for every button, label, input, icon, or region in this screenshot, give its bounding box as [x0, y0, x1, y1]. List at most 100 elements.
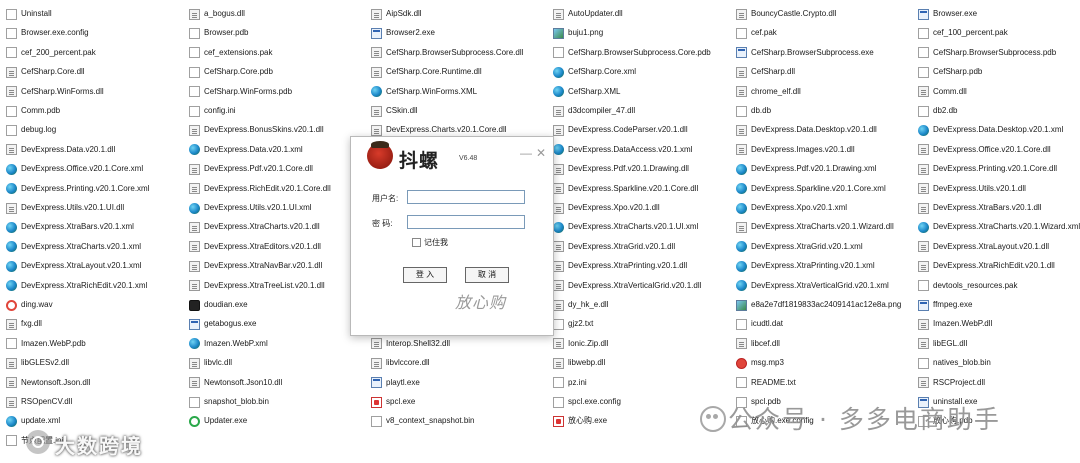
file-item[interactable]: Imazen.WebP.pdb [6, 336, 86, 352]
file-item[interactable]: DevExpress.XtraGrid.v20.1.dll [553, 239, 675, 255]
file-item[interactable]: libwebp.dll [553, 355, 605, 371]
file-item[interactable]: DevExpress.XtraRichEdit.v20.1.xml [6, 278, 147, 294]
file-item[interactable]: CefSharp.Core.xml [553, 64, 636, 80]
file-item[interactable]: Imazen.WebP.dll [918, 316, 992, 332]
file-item[interactable]: natives_blob.bin [918, 355, 991, 371]
file-item[interactable]: debug.log [6, 122, 56, 138]
file-item[interactable]: libEGL.dll [918, 336, 967, 352]
file-item[interactable]: DevExpress.Data.v20.1.dll [6, 142, 115, 158]
file-item[interactable]: Newtonsoft.Json.dll [6, 375, 90, 391]
file-item[interactable]: DevExpress.Utils.v20.1.UI.xml [189, 200, 312, 216]
file-item[interactable]: DevExpress.XtraRichEdit.v20.1.dll [918, 258, 1055, 274]
file-item[interactable]: config.ini [189, 103, 236, 119]
file-item[interactable]: d3dcompiler_47.dll [553, 103, 635, 119]
file-item[interactable]: cef_extensions.pak [189, 45, 273, 61]
file-item[interactable]: libGLESv2.dll [6, 355, 69, 371]
file-item[interactable]: spcl.exe [371, 394, 415, 410]
file-item[interactable]: DevExpress.XtraVerticalGrid.v20.1.xml [736, 278, 889, 294]
file-item[interactable]: CefSharp.Core.Runtime.dll [371, 64, 482, 80]
file-item[interactable]: DevExpress.Xpo.v20.1.xml [736, 200, 847, 216]
file-item[interactable]: update.xml [6, 413, 60, 429]
file-item[interactable]: libcef.dll [736, 336, 780, 352]
file-item[interactable]: RSOpenCV.dll [6, 394, 72, 410]
file-item[interactable]: CefSharp.BrowserSubprocess.Core.dll [371, 45, 523, 61]
file-item[interactable]: pz.ini [553, 375, 587, 391]
file-item[interactable]: DevExpress.XtraPrinting.v20.1.dll [553, 258, 687, 274]
file-item[interactable]: DevExpress.DataAccess.v20.1.xml [553, 142, 693, 158]
file-item[interactable]: dy_hk_e.dll [553, 297, 608, 313]
file-item[interactable]: CefSharp.XML [553, 84, 620, 100]
file-item[interactable]: devtools_resources.pak [918, 278, 1018, 294]
file-item[interactable]: Comm.dll [918, 84, 967, 100]
file-item[interactable]: DevExpress.XtraLayout.v20.1.dll [918, 239, 1049, 255]
password-input[interactable] [407, 215, 525, 229]
file-item[interactable]: 放心购.exe [553, 413, 607, 429]
file-item[interactable]: DevExpress.RichEdit.v20.1.Core.dll [189, 181, 331, 197]
file-item[interactable]: Interop.Shell32.dll [371, 336, 450, 352]
file-item[interactable]: Ionic.Zip.dll [553, 336, 608, 352]
file-item[interactable]: Updater.exe [189, 413, 247, 429]
file-item[interactable]: CefSharp.BrowserSubprocess.exe [736, 45, 874, 61]
file-item[interactable]: DevExpress.Utils.v20.1.UI.dll [6, 200, 124, 216]
file-item[interactable]: DevExpress.Xpo.v20.1.dll [553, 200, 660, 216]
file-item[interactable]: getabogus.exe [189, 316, 257, 332]
file-item[interactable]: DevExpress.XtraVerticalGrid.v20.1.dll [553, 278, 701, 294]
file-item[interactable]: DevExpress.BonusSkins.v20.1.dll [189, 122, 324, 138]
file-item[interactable]: gjz2.txt [553, 316, 593, 332]
file-item[interactable]: doudian.exe [189, 297, 248, 313]
remember-checkbox[interactable] [412, 238, 421, 247]
close-button[interactable]: ✕ [536, 147, 546, 159]
file-item[interactable]: a_bogus.dll [189, 6, 245, 22]
file-item[interactable]: DevExpress.XtraBars.v20.1.dll [918, 200, 1042, 216]
file-item[interactable]: Browser2.exe [371, 25, 435, 41]
file-item[interactable]: DevExpress.Data.v20.1.xml [189, 142, 303, 158]
file-item[interactable]: DevExpress.Pdf.v20.1.Drawing.xml [736, 161, 876, 177]
file-item[interactable]: ffmpeg.exe [918, 297, 972, 313]
file-item[interactable]: Uninstall [6, 6, 52, 22]
file-item[interactable]: DevExpress.XtraCharts.v20.1.dll [189, 219, 320, 235]
file-item[interactable]: CefSharp.pdb [918, 64, 982, 80]
file-item[interactable]: db.db [736, 103, 771, 119]
file-item[interactable]: DevExpress.Images.v20.1.dll [736, 142, 855, 158]
file-item[interactable]: DevExpress.XtraLayout.v20.1.xml [6, 258, 142, 274]
file-item[interactable]: spcl.exe.config [553, 394, 621, 410]
file-item[interactable]: msg.mp3 [736, 355, 784, 371]
file-item[interactable]: Browser.exe.config [6, 25, 89, 41]
file-item[interactable]: DevExpress.Sparkline.v20.1.Core.xml [736, 181, 886, 197]
file-item[interactable]: DevExpress.XtraEditors.v20.1.dll [189, 239, 321, 255]
file-item[interactable]: CefSharp.WinForms.dll [6, 84, 104, 100]
file-item[interactable]: DevExpress.Printing.v20.1.Core.dll [918, 161, 1057, 177]
file-item[interactable]: README.txt [736, 375, 796, 391]
file-item[interactable]: icudtl.dat [736, 316, 783, 332]
file-item[interactable]: Browser.pdb [189, 25, 248, 41]
username-input[interactable] [407, 190, 525, 204]
file-item[interactable]: chrome_elf.dll [736, 84, 801, 100]
file-item[interactable]: CefSharp.Core.pdb [189, 64, 273, 80]
file-item[interactable]: libvlc.dll [189, 355, 232, 371]
file-item[interactable]: Newtonsoft.Json10.dll [189, 375, 282, 391]
file-item[interactable]: db2.db [918, 103, 957, 119]
file-item[interactable]: DevExpress.Data.Desktop.v20.1.dll [736, 122, 877, 138]
file-item[interactable]: buju1.png [553, 25, 603, 41]
minimize-button[interactable]: — [520, 147, 532, 159]
file-item[interactable]: CefSharp.WinForms.XML [371, 84, 477, 100]
file-item[interactable]: Imazen.WebP.xml [189, 336, 268, 352]
file-item[interactable]: cef_100_percent.pak [918, 25, 1008, 41]
file-item[interactable]: DevExpress.Pdf.v20.1.Drawing.dll [553, 161, 689, 177]
file-item[interactable]: AutoUpdater.dll [553, 6, 623, 22]
file-item[interactable]: DevExpress.Office.v20.1.Core.xml [6, 161, 143, 177]
file-item[interactable]: DevExpress.XtraBars.v20.1.xml [6, 219, 134, 235]
file-item[interactable]: ding.wav [6, 297, 53, 313]
file-item[interactable]: snapshot_blob.bin [189, 394, 269, 410]
file-item[interactable]: v8_context_snapshot.bin [371, 413, 475, 429]
cancel-button[interactable]: 取 消 [465, 267, 509, 283]
file-item[interactable]: e8a2e7df1819833ac2409141ac12e8a.png [736, 297, 901, 313]
file-item[interactable]: DevExpress.Office.v20.1.Core.dll [918, 142, 1051, 158]
file-item[interactable]: DevExpress.Printing.v20.1.Core.xml [6, 181, 150, 197]
file-item[interactable]: DevExpress.Sparkline.v20.1.Core.dll [553, 181, 698, 197]
file-item[interactable]: DevExpress.XtraPrinting.v20.1.xml [736, 258, 875, 274]
file-item[interactable]: CefSharp.dll [736, 64, 795, 80]
file-item[interactable]: DevExpress.CodeParser.v20.1.dll [553, 122, 688, 138]
file-item[interactable]: CefSharp.BrowserSubprocess.pdb [918, 45, 1056, 61]
file-item[interactable]: DevExpress.XtraNavBar.v20.1.dll [189, 258, 322, 274]
